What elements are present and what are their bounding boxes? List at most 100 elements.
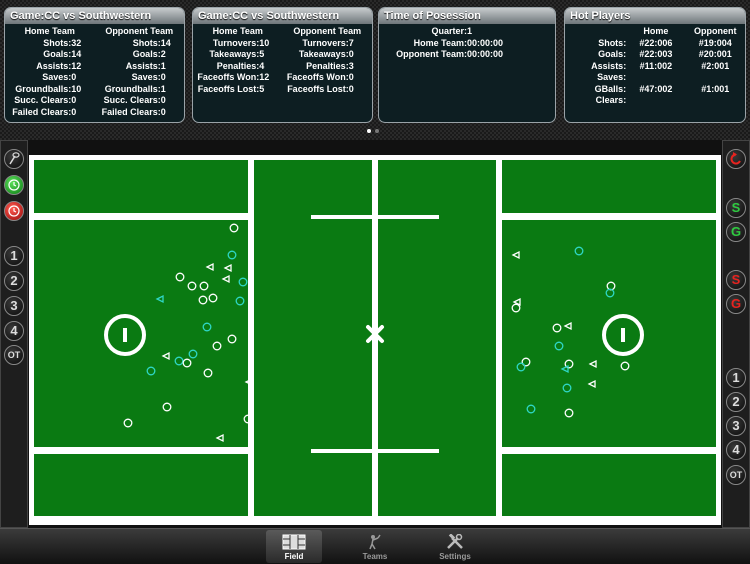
- quarter-2-button[interactable]: 2: [726, 392, 746, 412]
- home-hot-player: [626, 95, 685, 107]
- overtime-button[interactable]: OT: [4, 345, 24, 365]
- opponent-stat-label: Assists:: [125, 60, 161, 71]
- opponent-stat-label: Shots:: [132, 37, 161, 48]
- quarter-1-button[interactable]: 1: [4, 246, 24, 266]
- undo-icon[interactable]: [726, 149, 746, 169]
- home-stat-value: 32: [71, 37, 82, 48]
- opponent-hot-player: #2:001: [701, 60, 730, 71]
- tab-label: Settings: [439, 552, 471, 561]
- quarter-3-button[interactable]: 3: [726, 416, 746, 436]
- home-hot-player: #11:002: [639, 60, 673, 71]
- home-stat-value: 12: [259, 72, 270, 82]
- tab-settings[interactable]: Settings: [427, 530, 483, 563]
- panel-title: Game:CC vs Southwestern: [193, 8, 372, 24]
- home-stat-value: 4: [259, 60, 265, 71]
- opponent-stat-label: Faceoffs Won:: [286, 72, 349, 82]
- stat-row: Saves: 0 Saves: 0: [5, 72, 184, 84]
- tools-icon: [447, 534, 463, 549]
- hot-player-row: Clears:: [565, 95, 745, 107]
- home-stat-label: Failed Clears:: [12, 106, 72, 117]
- opponent-hot-player: #19:004: [698, 37, 732, 48]
- home-header: Home: [643, 26, 669, 36]
- left-sidebar: 1 2 3 4 OT: [0, 140, 28, 528]
- panel-title: Time of Posession: [379, 8, 555, 24]
- home-stat-value: 0: [71, 72, 77, 82]
- tab-field[interactable]: Field: [266, 530, 322, 563]
- hot-stat-label: Goals:: [598, 49, 627, 59]
- home-stat-label: Shots:: [43, 37, 72, 48]
- wing-line-top: [311, 215, 439, 219]
- opponent-stat-label: Succ. Clears:: [103, 95, 161, 105]
- home-stat-label: Turnovers:: [212, 37, 260, 48]
- green-clock-icon[interactable]: [4, 175, 24, 195]
- stat-row: Penalties: 4 Penalties: 3: [193, 61, 372, 73]
- opponent-stat-value: 0: [348, 49, 354, 59]
- lacrosse-field[interactable]: [29, 155, 721, 525]
- wing-line-bottom: [311, 449, 439, 453]
- opponent-stat-value: 1: [160, 60, 166, 71]
- home-possession-time: 00:00:00: [467, 37, 504, 48]
- quarter-value: 1: [467, 26, 473, 36]
- possession-panel: Time of Posession Quarter: 1 Home Team: …: [378, 7, 556, 123]
- stat-row: Failed Clears: 0 Failed Clears: 0: [5, 107, 184, 119]
- tab-teams[interactable]: Teams: [347, 530, 403, 563]
- opponent-stat-value: 0: [348, 72, 354, 82]
- home-stat-label: Faceoffs Lost:: [197, 83, 260, 94]
- overtime-button[interactable]: OT: [726, 465, 746, 485]
- quarter-3-button[interactable]: 3: [4, 296, 24, 316]
- quarter-4-button[interactable]: 4: [4, 321, 24, 341]
- red-clock-icon[interactable]: [4, 201, 24, 221]
- stats-table: Home Team Opponent Team Turnovers: 10 Turn…: [193, 26, 372, 95]
- stat-row: Groundballs: 10 Groundballs: 1: [5, 84, 184, 96]
- tab-label: Teams: [362, 552, 388, 561]
- opponent-stat-label: Failed Clears:: [101, 106, 161, 117]
- home-shot-button[interactable]: S: [726, 198, 746, 218]
- home-goal-button[interactable]: G: [726, 222, 746, 242]
- game-stats-panel-1: Game:CC vs Southwestern Home Team Oppone…: [4, 7, 185, 123]
- page-dot[interactable]: [375, 129, 379, 133]
- hot-players-table: Home Opponent Shots: #22:006 #19:004 Goals:…: [565, 26, 745, 107]
- home-stat-value: 5: [259, 83, 265, 94]
- hot-stat-label: GBalls:: [594, 83, 627, 94]
- home-stat-label: Assists:: [36, 60, 72, 71]
- lacrosse-stick-icon[interactable]: [4, 149, 24, 169]
- home-stat-value: 5: [259, 49, 265, 59]
- home-stat-label: Saves:: [42, 72, 72, 82]
- tab-bar: Field Teams Settings: [0, 528, 750, 564]
- opponent-header: Opponent Team: [105, 26, 174, 36]
- field-svg[interactable]: [29, 155, 721, 525]
- opponent-header: Opponent: [694, 26, 737, 36]
- stat-row: Shots: 32 Shots: 14: [5, 38, 184, 50]
- hot-player-row: Saves:: [565, 72, 745, 84]
- home-stat-label: Goals:: [43, 49, 72, 59]
- home-header: Home Team: [24, 26, 75, 36]
- page-indicator[interactable]: [363, 129, 387, 135]
- opponent-stat-label: Takeaways:: [298, 49, 349, 59]
- hot-player-row: Shots: #22:006 #19:004: [565, 38, 745, 50]
- opponent-stat-label: Goals:: [132, 49, 161, 59]
- quarter-1-button[interactable]: 1: [726, 368, 746, 388]
- opponent-hot-player: [686, 72, 745, 84]
- home-hot-player: #22:003: [639, 49, 673, 59]
- quarter-2-button[interactable]: 2: [4, 271, 24, 291]
- hot-stat-label: Shots:: [598, 37, 627, 48]
- stat-row: Turnovers: 10 Turnovers: 7: [193, 38, 372, 50]
- home-stat-value: 0: [71, 106, 77, 117]
- opponent-stat-label: Penalties:: [306, 60, 349, 71]
- home-stat-label: Groundballs:: [15, 83, 72, 94]
- home-hot-player: #22:006: [639, 37, 673, 48]
- opponent-goal-button[interactable]: G: [726, 294, 746, 314]
- opponent-shot-button[interactable]: S: [726, 270, 746, 290]
- opponent-header: Opponent Team: [293, 26, 362, 36]
- opponent-stat-value: 2: [160, 49, 166, 59]
- hot-stat-label: Assists:: [591, 60, 627, 71]
- stat-row: Goals: 14 Goals: 2: [5, 49, 184, 61]
- quarter-4-button[interactable]: 4: [726, 440, 746, 460]
- possession-table: Quarter: 1 Home Team: 00:00:00 Opponent …: [379, 26, 555, 61]
- page-dot-active[interactable]: [367, 129, 371, 133]
- home-stat-value: 14: [71, 49, 82, 59]
- hot-player-row: GBalls: #47:002 #1:001: [565, 84, 745, 96]
- opponent-stat-value: 0: [160, 106, 166, 117]
- stat-row: Succ. Clears: 0 Succ. Clears: 0: [5, 95, 184, 107]
- opponent-possession-time: 00:00:00: [467, 49, 504, 59]
